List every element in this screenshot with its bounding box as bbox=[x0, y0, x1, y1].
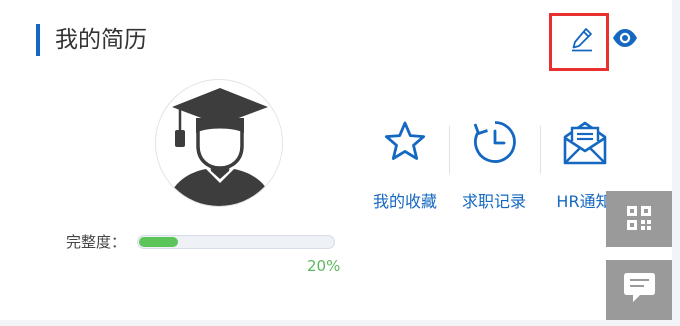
completeness-progress-fill bbox=[139, 237, 178, 247]
edit-resume-button[interactable] bbox=[549, 13, 609, 71]
nav-divider bbox=[540, 126, 541, 174]
envelope-icon bbox=[563, 121, 607, 165]
page-title: 我的简历 bbox=[55, 27, 147, 53]
preview-resume-button[interactable] bbox=[612, 28, 638, 52]
resume-card: 我的简历 完整度： 20% 我的收藏 求职记录 HR通知 bbox=[0, 0, 672, 320]
qr-code-button[interactable] bbox=[606, 191, 672, 247]
graduate-avatar-icon bbox=[157, 81, 282, 206]
nav-favorites-label: 我的收藏 bbox=[372, 192, 437, 211]
qr-code-icon bbox=[627, 206, 651, 230]
nav-divider bbox=[449, 126, 450, 174]
nav-job-records-label: 求职记录 bbox=[461, 192, 526, 211]
chat-button[interactable] bbox=[606, 260, 672, 320]
star-icon bbox=[384, 121, 426, 160]
avatar[interactable] bbox=[155, 79, 283, 207]
completeness-label: 完整度： bbox=[66, 233, 127, 251]
title-accent-bar bbox=[36, 24, 40, 56]
history-icon bbox=[473, 121, 516, 163]
completeness-percent: 20% bbox=[307, 257, 341, 275]
chat-icon bbox=[624, 273, 655, 302]
eye-icon bbox=[613, 29, 637, 47]
pencil-icon bbox=[572, 28, 592, 52]
completeness-progress-bar bbox=[137, 235, 335, 249]
